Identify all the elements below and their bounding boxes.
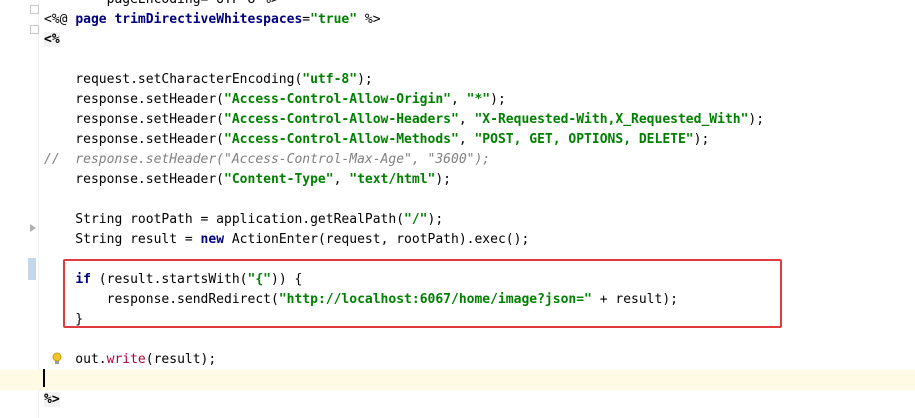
code-line[interactable]	[0, 50, 915, 70]
code-text: %>	[44, 390, 60, 410]
code-token: "/"	[404, 212, 428, 227]
code-token: =	[302, 12, 311, 27]
code-token: pageEncoding="UTF-8"%>	[44, 0, 279, 7]
code-line[interactable]: response.setHeader("Access-Control-Allow…	[0, 110, 915, 130]
lightbulb-icon[interactable]	[52, 352, 62, 366]
fold-marker-icon[interactable]	[30, 5, 39, 14]
code-line[interactable]: %>	[0, 390, 915, 410]
code-token: (result);	[145, 352, 217, 367]
code-token: "Content-Type"	[224, 172, 334, 187]
code-text: response.setHeader("Access-Control-Allow…	[44, 130, 709, 150]
code-token: ActionEnter(request, rootPath).exec();	[224, 232, 530, 247]
code-token: trimDirectiveWhitespaces	[114, 12, 303, 27]
code-token: ,	[451, 92, 467, 107]
code-token: <%	[44, 32, 60, 47]
code-line[interactable]	[0, 190, 915, 210]
code-line[interactable]: String result = new ActionEnter(request,…	[0, 230, 915, 250]
code-token: );	[748, 112, 765, 127]
fold-marker-icon[interactable]	[30, 25, 39, 34]
code-text: String rootPath = application.getRealPat…	[44, 210, 443, 230]
code-text: <%	[44, 30, 60, 50]
code-text: // response.setHeader("Access-Control-Ma…	[44, 150, 490, 170]
code-line[interactable]: <%	[0, 30, 915, 50]
code-line[interactable]: response.setHeader("Content-Type", "text…	[0, 170, 915, 190]
code-token: "text/html"	[349, 172, 436, 187]
code-token: "*"	[466, 92, 491, 107]
code-token: <%@	[44, 12, 76, 27]
code-text: request.setCharacterEncoding("utf-8");	[44, 70, 373, 90]
code-token: );	[357, 72, 373, 87]
code-line[interactable]: request.setCharacterEncoding("utf-8");	[0, 70, 915, 90]
code-token: page	[75, 12, 107, 27]
code-text: response.setHeader("Access-Control-Allow…	[44, 90, 506, 110]
code-token: );	[435, 172, 451, 187]
change-indicator	[28, 258, 36, 280]
code-token: "Access-Control-Allow-Methods"	[224, 132, 459, 147]
code-token: );	[693, 132, 710, 147]
annotation-highlight-box	[63, 259, 782, 328]
code-token: "POST, GET, OPTIONS, DELETE"	[474, 132, 694, 147]
code-token: ,	[458, 112, 475, 127]
code-line[interactable]: <%@ page trimDirectiveWhitespaces="true"…	[0, 10, 915, 30]
code-text: <%@ page trimDirectiveWhitespaces="true"…	[44, 10, 381, 30]
code-token: ,	[458, 132, 475, 147]
code-text: out.write(result);	[44, 350, 216, 370]
code-line[interactable]: // response.setHeader("Access-Control-Ma…	[0, 150, 915, 170]
text-caret	[43, 369, 45, 387]
code-line[interactable]: out.write(result);	[0, 350, 915, 370]
code-token: write	[106, 352, 146, 367]
code-token: "X-Requested-With,X_Requested_With"	[474, 112, 749, 127]
code-line[interactable]: String rootPath = application.getRealPat…	[0, 210, 915, 230]
code-text: response.setHeader("Content-Type", "text…	[44, 170, 451, 190]
code-text: pageEncoding="UTF-8"%>	[44, 0, 279, 10]
code-editor[interactable]: pageEncoding="UTF-8"%> <%@ page trimDirec…	[0, 0, 915, 418]
code-token: %>	[44, 392, 60, 407]
code-line[interactable]: pageEncoding="UTF-8"%>	[0, 0, 915, 10]
code-token: String rootPath = application.getRealPat…	[44, 212, 405, 227]
code-token: new	[200, 232, 225, 247]
code-token: response.setHeader(	[44, 112, 225, 127]
code-line[interactable]	[0, 370, 915, 390]
code-token: "true"	[310, 12, 358, 27]
code-token: "Access-Control-Allow-Origin"	[224, 92, 451, 107]
code-token: %>	[357, 12, 381, 27]
code-token: response.setHeader(	[44, 132, 225, 147]
code-line[interactable]: response.setHeader("Access-Control-Allow…	[0, 130, 915, 150]
code-token: response.setHeader(	[44, 92, 225, 107]
code-token: ,	[333, 172, 350, 187]
code-token: response.setHeader(	[44, 172, 225, 187]
code-line[interactable]: response.setHeader("Access-Control-Allow…	[0, 90, 915, 110]
code-line[interactable]	[0, 330, 915, 350]
code-token: String result =	[44, 232, 201, 247]
code-token: "Access-Control-Allow-Headers"	[224, 112, 459, 127]
code-text: response.setHeader("Access-Control-Allow…	[44, 110, 764, 130]
collapse-arrow-icon[interactable]	[30, 224, 36, 232]
code-token: );	[490, 92, 506, 107]
code-token: "utf-8"	[302, 72, 358, 87]
code-text: String result = new ActionEnter(request,…	[44, 230, 529, 250]
code-token: );	[427, 212, 444, 227]
code-token: request.setCharacterEncoding(	[44, 72, 303, 87]
code-token: // response.setHeader("Access-Control-Ma…	[44, 152, 491, 167]
